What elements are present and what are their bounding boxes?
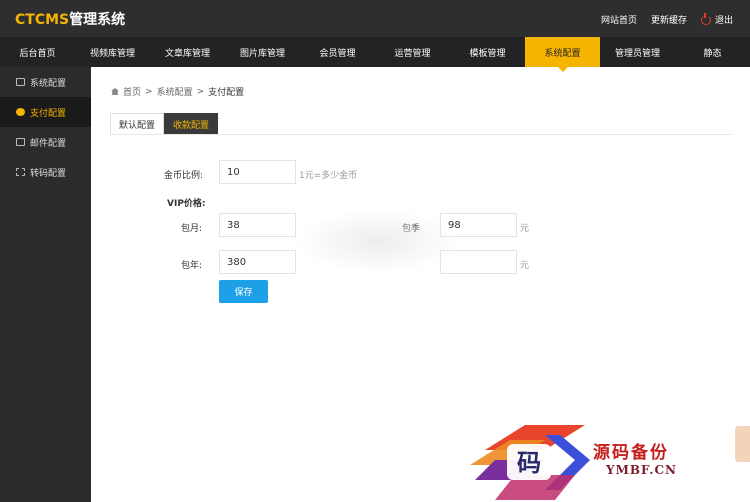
power-icon [700, 12, 711, 25]
tab-divider [110, 134, 732, 135]
refresh-cache-link[interactable]: 更新缓存 [651, 13, 687, 26]
header-links: 网站首页 更新缓存 退出 [601, 12, 733, 26]
site-home-link[interactable]: 网站首页 [601, 13, 637, 26]
coin-ratio-hint: 1元=多少金币 [299, 171, 358, 181]
watermark-title: 源码备份 [593, 443, 669, 463]
nav-item-template[interactable]: 模板管理 [450, 37, 525, 67]
nav-item-system[interactable]: 系统配置 [525, 37, 600, 72]
monthly-label: 包月: [181, 224, 203, 234]
sidebar-item-transcode[interactable]: 转码配置 [0, 157, 91, 187]
breadcrumb-home[interactable]: 首页 [123, 85, 141, 98]
nav-item-article[interactable]: 文章库管理 [150, 37, 225, 67]
sidebar-item-system[interactable]: 系统配置 [0, 67, 91, 97]
breadcrumb: 首页 > 系统配置 > 支付配置 [111, 85, 244, 98]
save-button[interactable]: 保存 [219, 280, 268, 303]
nav-item-image[interactable]: 图片库管理 [225, 37, 300, 67]
logo-rest: 管理系统 [69, 12, 126, 28]
logout-link[interactable]: 退出 [700, 12, 733, 26]
coin-ratio-input[interactable] [219, 160, 296, 184]
extra-unit: 元 [520, 261, 530, 271]
sidebar-item-mail[interactable]: 邮件配置 [0, 127, 91, 157]
blurred-region [296, 208, 460, 274]
sidebar-item-label: 系统配置 [30, 78, 67, 89]
nav-item-operation[interactable]: 运营管理 [375, 37, 450, 67]
breadcrumb-parent[interactable]: 系统配置 [157, 85, 193, 98]
monthly-price-input[interactable] [219, 213, 296, 237]
app-logo[interactable]: CTCMS管理系统 [15, 9, 125, 29]
sidebar-item-payment[interactable]: 支付配置 [0, 97, 91, 127]
main-nav: 后台首页 视频库管理 文章库管理 图片库管理 会员管理 运营管理 模板管理 系统… [0, 37, 750, 72]
breadcrumb-current: 支付配置 [208, 88, 245, 98]
tab-default-config[interactable]: 默认配置 [110, 113, 165, 135]
yearly-label: 包年: [181, 261, 203, 271]
sidebar: 系统配置 支付配置 邮件配置 转码配置 [0, 67, 91, 502]
tab-bar: 默认配置 收款配置 [110, 113, 219, 135]
nav-item-admin[interactable]: 管理员管理 [600, 37, 675, 67]
breadcrumb-separator: > [196, 86, 205, 97]
watermark-char: 码 [517, 448, 541, 477]
watermark-tag [735, 426, 750, 462]
vip-price-title: VIP价格: [167, 199, 206, 209]
nav-item-static[interactable]: 静态 [675, 37, 750, 67]
sidebar-item-label: 邮件配置 [30, 138, 67, 149]
mail-icon [16, 138, 25, 146]
nav-item-member[interactable]: 会员管理 [300, 37, 375, 67]
nav-item-video[interactable]: 视频库管理 [75, 37, 150, 67]
sidebar-item-label: 支付配置 [30, 108, 67, 119]
sidebar-item-label: 转码配置 [30, 168, 67, 179]
tab-collection-config[interactable]: 收款配置 [164, 113, 219, 135]
nav-item-home[interactable]: 后台首页 [0, 37, 75, 67]
top-bar: CTCMS管理系统 网站首页 更新缓存 退出 [0, 0, 750, 37]
watermark-subtitle: YMBF.CN [606, 463, 678, 477]
quarterly-unit: 元 [520, 224, 530, 234]
coin-ratio-label: 金币比例: [164, 171, 204, 181]
logout-label: 退出 [714, 16, 733, 26]
monitor-icon [16, 78, 25, 86]
payment-icon [16, 108, 25, 116]
yearly-price-input[interactable] [219, 250, 296, 274]
breadcrumb-separator: > [145, 86, 153, 97]
grid-icon [16, 168, 25, 176]
home-icon [111, 88, 119, 95]
logo-brand: CTCMS [15, 12, 70, 28]
